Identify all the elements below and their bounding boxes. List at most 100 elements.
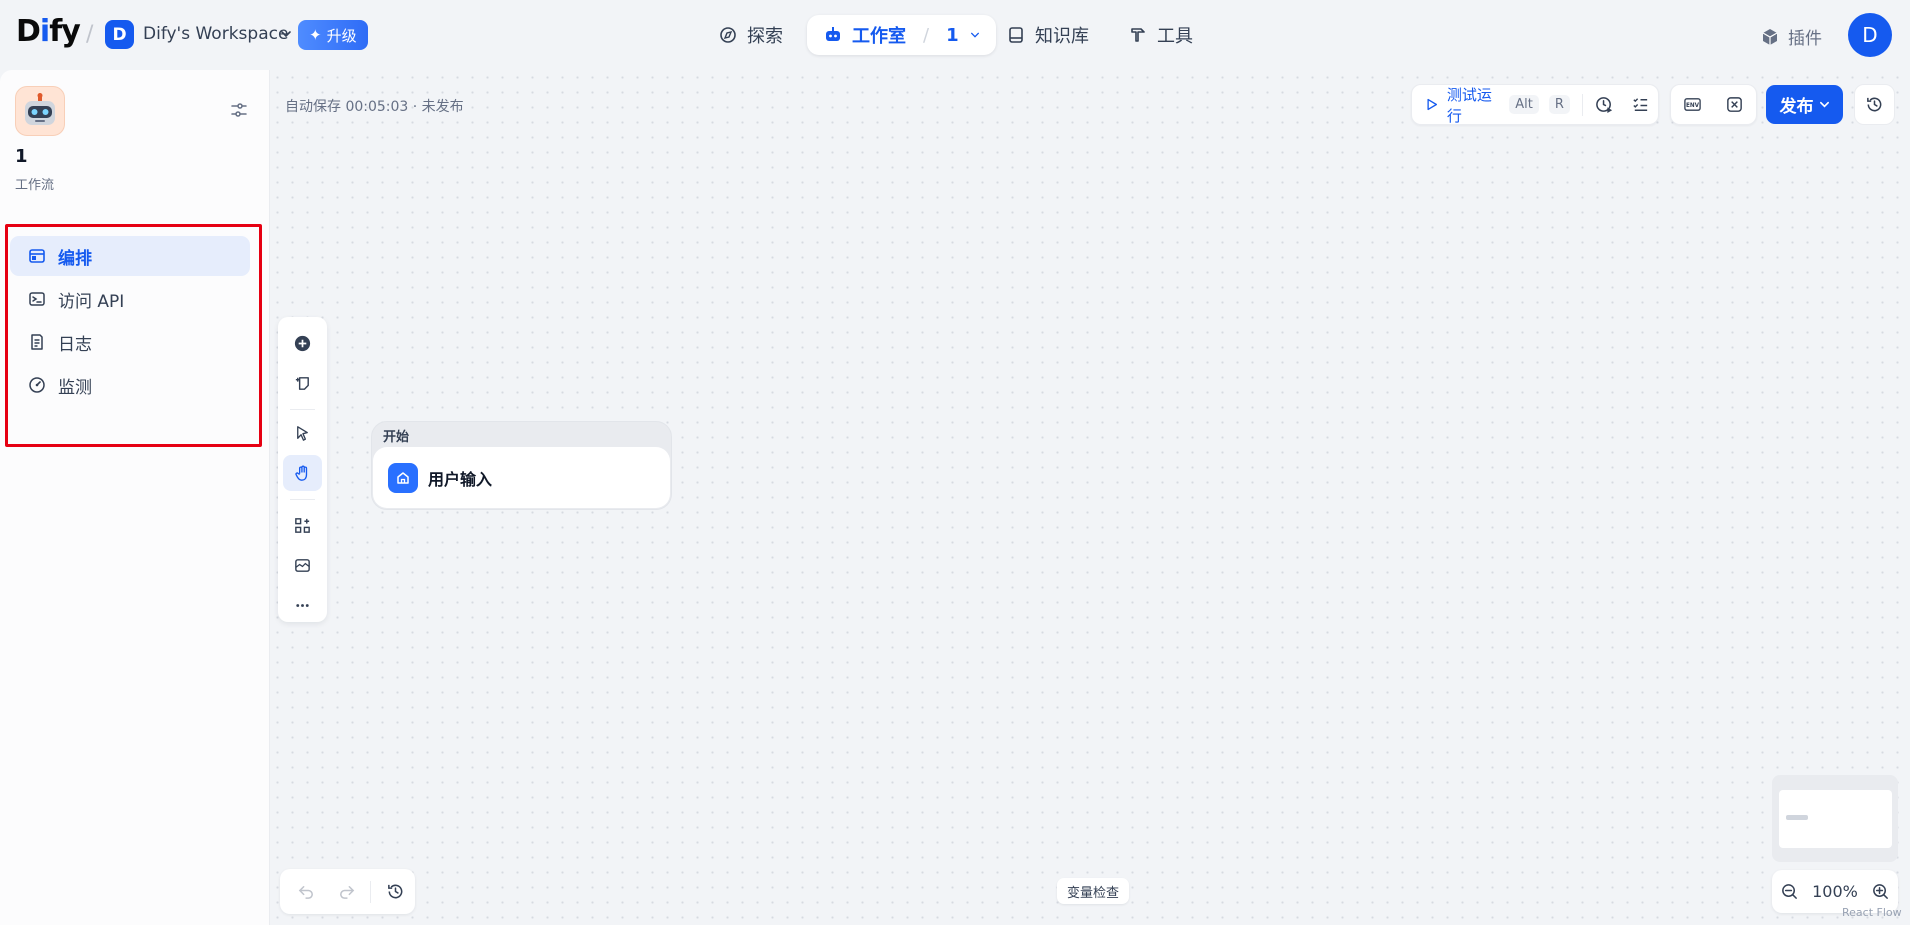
toolbar-separator xyxy=(1581,93,1583,116)
checklist-icon xyxy=(1633,98,1647,111)
plus-circle-icon xyxy=(294,335,311,351)
sidebar-item-label: 监测 xyxy=(58,377,92,398)
dify-logo[interactable]: Dify xyxy=(16,14,81,49)
nav-studio-app[interactable]: 1 xyxy=(946,25,959,46)
robot-icon xyxy=(826,27,840,41)
hand-icon xyxy=(295,465,308,481)
tool-palette xyxy=(278,317,327,622)
history-icon xyxy=(387,884,402,899)
nav-knowledge[interactable]: 知识库 xyxy=(996,16,1099,54)
sidebar-item-label: 编排 xyxy=(58,248,92,269)
workspace-badge[interactable]: D xyxy=(105,20,134,49)
run-history-button[interactable] xyxy=(1587,85,1623,124)
variable-icon xyxy=(1726,97,1742,112)
book-icon xyxy=(1009,27,1023,43)
layout-icon xyxy=(29,249,45,263)
sidebar-item-logs[interactable]: 日志 xyxy=(10,322,250,362)
organize-blocks-button[interactable] xyxy=(283,507,322,543)
undo-icon xyxy=(298,885,313,899)
nav-studio[interactable]: 工作室 / 1 xyxy=(807,15,996,55)
nav-explore[interactable]: 探索 xyxy=(708,16,793,54)
nav-knowledge-label: 知识库 xyxy=(1035,26,1089,47)
add-node-button[interactable] xyxy=(283,325,322,361)
checklist-button[interactable] xyxy=(1622,85,1658,124)
env-toolbar: ENV xyxy=(1670,84,1757,125)
test-run-label: 测试运行 xyxy=(1446,85,1492,125)
sidebar-item-label: 访问 API xyxy=(58,291,125,312)
hammer-icon xyxy=(1131,28,1145,42)
app-type: 工作流 xyxy=(15,178,55,193)
zoom-in-icon[interactable] xyxy=(1871,882,1890,901)
terminal-icon xyxy=(29,292,45,306)
note-add-icon xyxy=(295,376,309,390)
env-variables-button[interactable]: ENV xyxy=(1671,85,1713,124)
autosave-status: 自动保存 00:05:03 · 未发布 xyxy=(285,99,464,115)
logo-accent-letter: i xyxy=(39,14,50,49)
nav-tools-label: 工具 xyxy=(1157,26,1193,47)
grid-plus-icon xyxy=(295,517,310,533)
svg-text:ENV: ENV xyxy=(1685,103,1699,109)
minimap[interactable] xyxy=(1772,775,1898,862)
shortcut-key-r: R xyxy=(1548,95,1570,114)
app-sidebar: 1 工作流 编排 访问 API 日志 监测 xyxy=(0,70,270,925)
minimap-toggle-button[interactable] xyxy=(283,547,322,583)
edit-history-button[interactable] xyxy=(375,872,415,912)
chevron-down-icon[interactable] xyxy=(280,28,292,40)
redo-button[interactable] xyxy=(326,872,366,912)
version-history-button[interactable] xyxy=(1854,84,1895,125)
env-icon: ENV xyxy=(1683,98,1701,111)
zoom-out-icon[interactable] xyxy=(1780,882,1799,901)
upgrade-label: 升级 xyxy=(326,27,357,45)
run-toolbar: 测试运行 Alt R xyxy=(1411,84,1659,125)
cube-icon xyxy=(1762,28,1778,45)
app-name: 1 xyxy=(15,146,28,167)
zoom-level[interactable]: 100% xyxy=(1812,882,1858,901)
sidebar-item-label: 日志 xyxy=(58,334,92,355)
sidebar-item-orchestrate[interactable]: 编排 xyxy=(10,236,250,276)
hand-mode-button[interactable] xyxy=(283,455,322,491)
compass-icon xyxy=(720,27,736,43)
test-run-button[interactable]: 测试运行 Alt R xyxy=(1412,85,1578,125)
palette-separator xyxy=(290,409,315,410)
sidebar-item-monitoring[interactable]: 监测 xyxy=(10,365,250,405)
cursor-icon xyxy=(297,425,308,441)
nav-studio-label: 工作室 xyxy=(852,26,906,47)
nav-explore-label: 探索 xyxy=(747,26,783,47)
add-note-button[interactable] xyxy=(283,365,322,401)
conversation-variables-button[interactable] xyxy=(1713,85,1755,124)
undo-button[interactable] xyxy=(286,872,326,912)
robot-icon xyxy=(25,93,55,125)
history-controls xyxy=(280,869,415,914)
start-node-body[interactable]: 用户输入 xyxy=(373,447,670,508)
plugins-button[interactable]: 插件 xyxy=(1760,24,1822,49)
home-icon xyxy=(388,462,418,493)
chevron-down-icon[interactable] xyxy=(970,30,980,40)
top-bar: Dify / D Dify's Workspace ✦ 升级 探索 工作室 / … xyxy=(0,0,1910,70)
play-icon xyxy=(1427,98,1438,111)
log-icon xyxy=(31,334,43,350)
more-options-button[interactable] xyxy=(283,587,322,623)
history-icon xyxy=(1867,97,1882,112)
start-node[interactable]: 开始 用户输入 xyxy=(371,421,672,510)
breadcrumb-separator: / xyxy=(86,22,94,47)
user-avatar[interactable]: D xyxy=(1848,13,1892,57)
more-horizontal-icon xyxy=(296,603,309,607)
react-flow-attribution[interactable]: React Flow xyxy=(1842,906,1902,919)
redo-icon xyxy=(339,885,354,899)
chevron-down-icon xyxy=(1819,101,1829,108)
sparkle-icon: ✦ xyxy=(309,27,322,44)
settings-icon[interactable] xyxy=(229,100,249,120)
pointer-mode-button[interactable] xyxy=(283,415,322,451)
start-node-title: 用户输入 xyxy=(428,469,493,489)
upgrade-button[interactable]: ✦ 升级 xyxy=(298,20,368,50)
nav-studio-separator: / xyxy=(923,24,930,46)
publish-button[interactable]: 发布 xyxy=(1766,85,1843,124)
variable-inspect-button[interactable]: 变量检查 xyxy=(1057,878,1130,904)
nav-tools[interactable]: 工具 xyxy=(1118,16,1203,54)
app-icon xyxy=(15,86,65,136)
toolbar-separator xyxy=(370,880,371,903)
palette-separator xyxy=(290,499,315,500)
shortcut-key-alt: Alt xyxy=(1509,95,1539,114)
sidebar-item-api[interactable]: 访问 API xyxy=(10,279,250,319)
workspace-name[interactable]: Dify's Workspace xyxy=(143,24,288,44)
